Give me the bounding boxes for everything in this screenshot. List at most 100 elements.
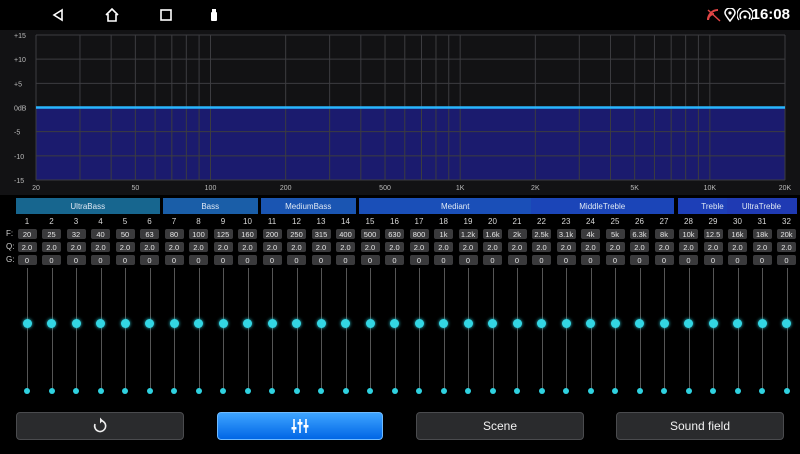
slider-track[interactable] <box>296 268 298 391</box>
gain-value[interactable]: 0 <box>17 255 37 265</box>
slider-knob[interactable] <box>733 318 742 328</box>
slider-knob[interactable] <box>610 318 620 328</box>
gain-value[interactable]: 0 <box>581 255 600 265</box>
q-value[interactable]: 2.0 <box>605 242 625 252</box>
slider-track[interactable] <box>76 268 77 391</box>
frequency-value[interactable]: 1k <box>434 229 453 239</box>
slider-knob[interactable] <box>537 318 546 328</box>
frequency-value[interactable]: 125 <box>213 229 233 239</box>
slider-knob[interactable] <box>684 318 693 328</box>
gain-value[interactable]: 0 <box>679 255 698 265</box>
gain-value[interactable]: 0 <box>703 255 723 265</box>
gain-value[interactable]: 0 <box>605 255 625 265</box>
slider-knob[interactable] <box>341 318 350 328</box>
q-value[interactable]: 2.0 <box>532 242 551 252</box>
slider-track[interactable] <box>468 268 469 391</box>
slider-track[interactable] <box>223 268 224 391</box>
slider-track[interactable] <box>419 268 420 391</box>
frequency-value[interactable]: 50 <box>115 229 135 239</box>
gain-value[interactable]: 0 <box>42 255 61 265</box>
q-value[interactable]: 2.0 <box>91 242 110 252</box>
gain-value[interactable]: 0 <box>409 255 429 265</box>
frequency-value[interactable]: 630 <box>385 229 404 239</box>
frequency-value[interactable]: 80 <box>164 229 184 239</box>
slider-track[interactable] <box>566 268 567 391</box>
frequency-value[interactable]: 200 <box>262 229 282 239</box>
frequency-value[interactable]: 40 <box>91 229 110 239</box>
slider-knob[interactable] <box>365 318 375 328</box>
slider-knob[interactable] <box>512 318 522 328</box>
q-value[interactable]: 2.0 <box>66 242 86 252</box>
q-value[interactable]: 2.0 <box>679 242 698 252</box>
frequency-value[interactable]: 4k <box>581 229 600 239</box>
gain-value[interactable]: 0 <box>238 255 257 265</box>
band-group-ultrabass[interactable]: UltraBass <box>16 198 160 214</box>
slider-track[interactable] <box>125 268 126 391</box>
slider-knob[interactable] <box>145 318 154 328</box>
q-value[interactable]: 2.0 <box>189 242 208 252</box>
slider-track[interactable] <box>345 268 347 391</box>
q-value[interactable]: 2.0 <box>752 242 772 252</box>
slider-knob[interactable] <box>414 318 424 328</box>
slider-track[interactable] <box>664 268 665 391</box>
frequency-value[interactable]: 8k <box>654 229 674 239</box>
slider-track[interactable] <box>615 268 616 391</box>
q-value[interactable]: 2.0 <box>556 242 576 252</box>
gain-value[interactable]: 0 <box>728 255 747 265</box>
q-value[interactable]: 2.0 <box>630 242 649 252</box>
frequency-value[interactable]: 16k <box>728 229 747 239</box>
slider-track[interactable] <box>394 268 396 391</box>
gain-value[interactable]: 0 <box>360 255 380 265</box>
q-value[interactable]: 2.0 <box>213 242 233 252</box>
gain-value[interactable]: 0 <box>630 255 649 265</box>
frequency-value[interactable]: 10k <box>679 229 698 239</box>
slider-knob[interactable] <box>635 318 644 328</box>
q-value[interactable]: 2.0 <box>385 242 404 252</box>
q-value[interactable]: 2.0 <box>311 242 331 252</box>
eq-mode-button[interactable] <box>217 412 383 440</box>
frequency-value[interactable]: 25 <box>42 229 61 239</box>
recent-apps-button[interactable] <box>154 4 178 26</box>
slider-track[interactable] <box>174 268 175 391</box>
q-value[interactable]: 2.0 <box>654 242 674 252</box>
frequency-value[interactable]: 800 <box>409 229 429 239</box>
slider-knob[interactable] <box>169 318 179 328</box>
gain-value[interactable]: 0 <box>556 255 576 265</box>
slider-track[interactable] <box>27 268 28 391</box>
q-value[interactable]: 2.0 <box>409 242 429 252</box>
slider-track[interactable] <box>198 268 200 391</box>
gain-value[interactable]: 0 <box>507 255 527 265</box>
frequency-value[interactable]: 160 <box>238 229 257 239</box>
slider-track[interactable] <box>272 268 273 391</box>
slider-knob[interactable] <box>267 318 277 328</box>
q-value[interactable]: 2.0 <box>287 242 306 252</box>
slider-knob[interactable] <box>22 318 32 328</box>
frequency-value[interactable]: 20 <box>17 229 37 239</box>
q-value[interactable]: 2.0 <box>434 242 453 252</box>
q-value[interactable]: 2.0 <box>262 242 282 252</box>
reset-button[interactable] <box>16 412 184 440</box>
frequency-value[interactable]: 100 <box>189 229 208 239</box>
q-value[interactable]: 2.0 <box>483 242 502 252</box>
slider-knob[interactable] <box>47 318 56 328</box>
slider-knob[interactable] <box>292 318 301 328</box>
band-group-ultratreble[interactable]: UltraTreble <box>726 198 797 214</box>
frequency-value[interactable]: 500 <box>360 229 380 239</box>
gain-value[interactable]: 0 <box>287 255 306 265</box>
sound-field-button[interactable]: Sound field <box>616 412 784 440</box>
scene-button[interactable]: Scene <box>416 412 584 440</box>
slider-track[interactable] <box>149 268 151 391</box>
frequency-value[interactable]: 20k <box>777 229 796 239</box>
slider-track[interactable] <box>443 268 445 391</box>
frequency-value[interactable]: 6.3k <box>630 229 649 239</box>
slider-knob[interactable] <box>194 318 203 328</box>
q-value[interactable]: 2.0 <box>238 242 257 252</box>
gain-value[interactable]: 0 <box>115 255 135 265</box>
slider-track[interactable] <box>737 268 739 391</box>
slider-knob[interactable] <box>71 318 81 328</box>
gain-value[interactable]: 0 <box>91 255 110 265</box>
slider-knob[interactable] <box>561 318 571 328</box>
frequency-value[interactable]: 18k <box>752 229 772 239</box>
slider-knob[interactable] <box>757 318 767 328</box>
frequency-value[interactable]: 3.1k <box>556 229 576 239</box>
